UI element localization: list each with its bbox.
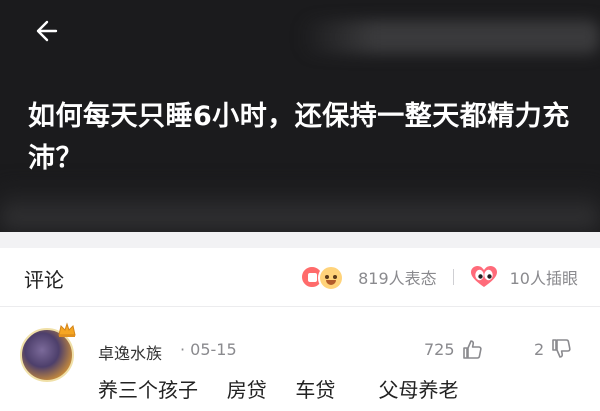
- blurred-area-bottom: [0, 188, 600, 228]
- laugh-cry-emoji-icon: [318, 265, 345, 291]
- crown-icon: [58, 322, 76, 337]
- back-arrow-icon: [36, 20, 58, 42]
- like-button[interactable]: 725: [424, 338, 483, 360]
- eyeroll-count[interactable]: 10人插眼: [510, 265, 578, 289]
- reaction-stats: 819人表态 10人插眼: [300, 264, 578, 291]
- comment-item: 卓逸水族 · 05-15 725 2 养三个孩子 房贷 车贷 父母养老: [0, 306, 600, 411]
- reaction-emojis[interactable]: [300, 264, 350, 291]
- question-title: 如何每天只睡6小时，还保持一整天都精力充沛？: [28, 101, 570, 174]
- comments-label: 评论: [24, 268, 64, 292]
- like-count: 725: [424, 339, 455, 359]
- blurred-area-top: [300, 20, 600, 54]
- thumbs-up-icon: [462, 340, 482, 359]
- dislike-count: 2: [534, 339, 545, 359]
- comment-username[interactable]: 卓逸水族: [98, 340, 162, 364]
- comment-date: · 05-15: [180, 340, 237, 359]
- stats-separator: [452, 269, 454, 285]
- dislike-button[interactable]: 2: [534, 338, 572, 360]
- question-header: 如何每天只睡6小时，还保持一整天都精力充沛？: [0, 0, 600, 232]
- thumbs-down-icon: [552, 339, 571, 358]
- reactions-count[interactable]: 819人表态: [358, 265, 437, 289]
- section-divider: [0, 232, 600, 248]
- comment-text: 养三个孩子 房贷 车贷 父母养老: [98, 378, 459, 402]
- back-button[interactable]: [28, 14, 62, 48]
- comments-header: 评论 819人表态 10人插眼: [0, 248, 600, 307]
- eyes-icon[interactable]: [470, 265, 498, 289]
